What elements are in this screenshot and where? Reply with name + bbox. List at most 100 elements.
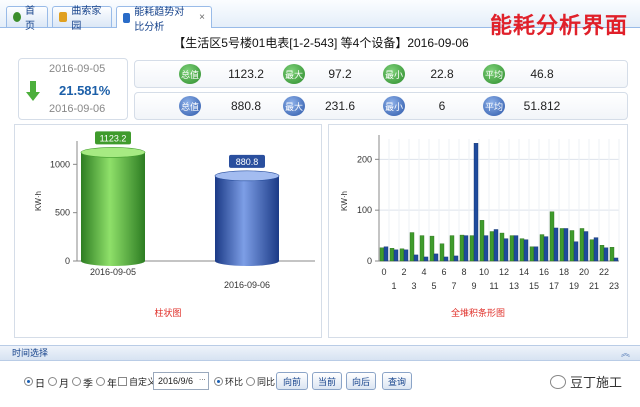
tab-energy-analysis[interactable]: 能耗趋势对比分析 × <box>116 6 212 33</box>
y-axis-label: KW·h <box>340 191 349 211</box>
x-tick-label: 13 <box>509 281 519 291</box>
hourly-bar <box>469 235 475 262</box>
cylinder-top <box>80 147 146 158</box>
hourly-bar <box>563 228 569 262</box>
hourly-bar <box>509 235 515 262</box>
x-tick-label: 14 <box>519 267 529 277</box>
x-tick-label: 2 <box>401 267 406 277</box>
avg-badge: 平均 <box>483 64 505 84</box>
x-tick-label: 22 <box>599 267 609 277</box>
max-badge: 最大 <box>283 64 305 84</box>
time-controls: 日 月 季 年 自定义 2016/9/6 ... 环比 同比 向前 当前 向后 … <box>0 368 640 398</box>
hourly-bar <box>403 249 409 262</box>
hourly-bar <box>399 248 405 262</box>
hourly-bar <box>459 234 465 262</box>
total-badge: 总值 <box>179 96 201 116</box>
x-tick-label: 2016-09-06 <box>224 280 270 290</box>
hourly-bar <box>513 235 519 262</box>
chart-title: 全堆积条形图 <box>450 308 505 318</box>
x-tick-label: 12 <box>499 267 509 277</box>
hourly-bar <box>389 248 395 262</box>
custom-checkbox[interactable] <box>118 377 127 386</box>
close-icon[interactable]: × <box>199 12 205 23</box>
avg-value: 51.812 <box>523 99 561 113</box>
data-label: 1123.2 <box>100 133 127 143</box>
x-tick-label: 7 <box>451 281 456 291</box>
y-tick-label: 1000 <box>50 159 70 169</box>
hourly-bar <box>453 255 459 262</box>
hourly-bar <box>609 247 615 262</box>
date-picker-button[interactable]: ... <box>199 373 209 389</box>
next-button[interactable]: 向后 <box>346 372 376 390</box>
hourly-bar <box>439 243 445 262</box>
total-badge: 总值 <box>179 64 201 84</box>
radio-yoy[interactable] <box>246 377 255 386</box>
time-selection-header[interactable]: 时间选择 ︽ <box>0 345 640 361</box>
y-tick-label: 100 <box>357 205 372 215</box>
y-tick-label: 0 <box>367 256 372 266</box>
radio-year[interactable] <box>96 377 105 386</box>
x-tick-label: 19 <box>569 281 579 291</box>
hourly-bar <box>559 228 565 262</box>
min-badge: 最小 <box>383 96 405 116</box>
hourly-bar <box>413 254 419 262</box>
hourly-bar <box>463 235 469 262</box>
collapse-icon[interactable]: ︽ <box>621 346 630 361</box>
min-value: 6 <box>438 99 446 113</box>
hourly-bar <box>499 232 505 262</box>
tab-home[interactable]: 首页 <box>6 6 48 32</box>
radio-mom[interactable] <box>214 377 223 386</box>
avg-value: 46.8 <box>530 67 554 81</box>
x-tick-label: 9 <box>471 281 476 291</box>
hourly-bar <box>473 143 479 262</box>
x-tick-label: 1 <box>391 281 396 291</box>
hourly-bar <box>483 235 489 262</box>
hourly-bar <box>603 247 609 262</box>
x-tick-label: 5 <box>431 281 436 291</box>
stats-row-current: 总值 880.8 最大 231.6 最小 6 平均 51.812 <box>134 92 628 120</box>
radio-yoy-label: 同比 <box>257 377 276 387</box>
hourly-bar <box>579 228 585 262</box>
previous-button[interactable]: 向前 <box>276 372 308 390</box>
radio-quarter-label: 季 <box>83 379 93 390</box>
x-tick-label: 23 <box>609 281 619 291</box>
comparison-box: 2016-09-05 21.581% 2016-09-06 <box>18 58 128 120</box>
cylinder-top <box>214 170 280 182</box>
hourly-bar <box>383 246 389 262</box>
hourly-chart-panel: 0 100 200 KW·h 0 2 4 6 8 10 12 14 16 18 20 22 1 3 5 7 9 11 13 1… <box>328 124 628 338</box>
chart-title: 柱状图 <box>154 308 182 318</box>
hourly-bar <box>573 241 579 262</box>
radio-year-label: 年 <box>107 379 117 390</box>
hourly-bar <box>433 253 439 262</box>
hourly-bar <box>449 235 455 262</box>
wechat-icon <box>549 374 566 389</box>
home-icon <box>13 12 21 22</box>
current-button[interactable]: 当前 <box>312 372 342 390</box>
hourly-bar <box>543 236 549 262</box>
hourly-bar <box>493 229 499 262</box>
hourly-bar <box>613 257 619 262</box>
hourly-bar <box>479 220 485 262</box>
x-tick-label: 11 <box>489 281 498 291</box>
x-tick-label: 8 <box>461 267 466 277</box>
y-tick-label: 0 <box>65 256 70 266</box>
hourly-bar <box>379 247 385 262</box>
hourly-bar <box>489 231 495 262</box>
radio-mom-label: 环比 <box>225 377 244 387</box>
tab-community[interactable]: 曲索家园 <box>52 6 112 32</box>
cylinder-bar <box>215 175 279 261</box>
tab-label: 曲索家园 <box>71 6 102 32</box>
avg-badge: 平均 <box>483 96 505 116</box>
hourly-bar <box>599 245 605 262</box>
y-tick-label: 200 <box>357 154 372 164</box>
radio-month[interactable] <box>48 377 57 386</box>
x-tick-label: 2016-09-05 <box>90 267 136 277</box>
radio-quarter[interactable] <box>72 377 81 386</box>
hourly-bar <box>409 232 415 262</box>
stats-row-previous: 总值 1123.2 最大 97.2 最小 22.8 平均 46.8 <box>134 60 628 88</box>
min-value: 22.8 <box>430 67 454 81</box>
document-icon <box>59 12 68 22</box>
radio-day[interactable] <box>24 377 33 386</box>
cylinder-chart-panel: 0 500 1000 KW·h 1123.2 880.8 2016-09-05 2016-09… <box>14 124 322 338</box>
query-button[interactable]: 查询 <box>382 372 412 390</box>
